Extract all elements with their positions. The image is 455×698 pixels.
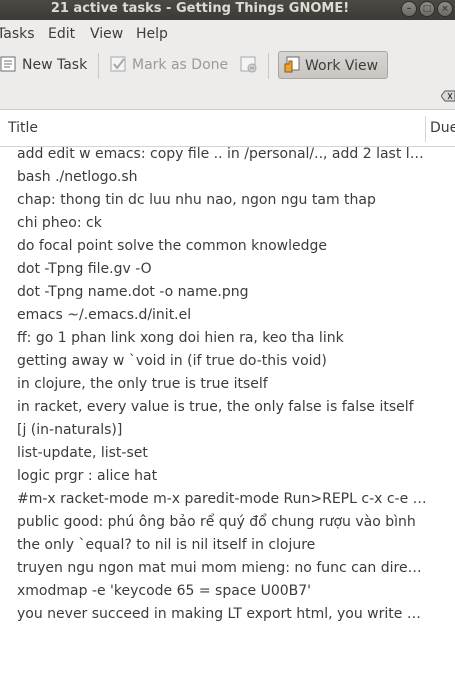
toolbar-separator [98,53,99,79]
task-row[interactable]: ff: go 1 phan link xong doi hien ra, keo… [17,328,427,351]
work-view-toggle[interactable]: Work View [278,51,388,79]
task-row[interactable]: in racket, every value is true, the only… [17,397,427,420]
task-row[interactable]: xmodmap -e 'keycode 65 = space U00B7' [17,581,427,604]
column-separator [425,116,426,142]
column-due[interactable]: Due [430,120,455,136]
clear-icon[interactable] [441,90,455,102]
menu-view[interactable]: View [90,26,123,42]
task-row[interactable]: #m-x racket-mode m-x paredit-mode Run>RE… [17,489,427,512]
menu-tasks[interactable]: Tasks [0,26,35,42]
window-title: 21 active tasks - Getting Things GNOME! [50,1,350,16]
task-row[interactable]: public good: phú ông bảo rể quý đổ chung… [17,512,427,535]
filter-bar [0,84,455,110]
mark-as-done-label: Mark as Done [132,57,229,73]
task-row[interactable]: [j (in-naturals)] [17,420,427,443]
menu-help[interactable]: Help [136,26,168,42]
task-row[interactable]: you never succeed in making LT export ht… [17,604,427,627]
task-row[interactable]: dot -Tpng file.gv -O [17,259,427,282]
task-row[interactable]: in clojure, the only true is true itself [17,374,427,397]
task-row[interactable]: dot -Tpng name.dot -o name.png [17,282,427,305]
minimize-icon[interactable]: – [401,1,417,17]
close-icon[interactable]: × [437,1,453,17]
work-view-icon [284,56,300,73]
task-row[interactable]: chap: thong tin dc luu nhu nao, ngon ngu… [17,190,427,213]
task-row[interactable]: truyen ngu ngon mat mui mom mieng: no fu… [17,558,427,581]
menu-edit[interactable]: Edit [48,26,75,42]
dismiss-task-button[interactable] [240,51,262,79]
task-row[interactable]: do focal point solve the common knowledg… [17,236,427,259]
task-row[interactable]: logic prgr : alice hat [17,466,427,489]
task-row[interactable]: getting away w `void in (if true do-this… [17,351,427,374]
task-row[interactable]: bash ./netlogo.sh [17,167,427,190]
new-task-button[interactable]: New Task [0,51,87,79]
dismiss-icon [240,56,257,73]
task-row[interactable]: chi pheo: ck [17,213,427,236]
task-row[interactable]: add edit w emacs: copy file .. in /perso… [17,144,427,167]
task-row[interactable]: list-update, list-set [17,443,427,466]
new-task-label: New Task [22,57,88,73]
work-view-label: Work View [305,58,379,74]
menubar: Tasks Edit View Help [0,20,455,47]
toolbar-separator [268,53,269,79]
column-title[interactable]: Title [8,120,38,136]
new-task-icon [0,56,16,72]
task-list-header: Title Due [0,110,455,147]
mark-as-done-button[interactable]: Mark as Done [110,51,228,79]
window-titlebar: 21 active tasks - Getting Things GNOME! … [0,0,455,20]
maximize-icon[interactable]: □ [419,1,435,17]
task-row[interactable]: the only `equal? to nil is nil itself in… [17,535,427,558]
task-row[interactable]: emacs ~/.emacs.d/init.el [17,305,427,328]
toolbar: New Task Mark as Done Work View [0,47,455,85]
check-icon [110,56,126,72]
